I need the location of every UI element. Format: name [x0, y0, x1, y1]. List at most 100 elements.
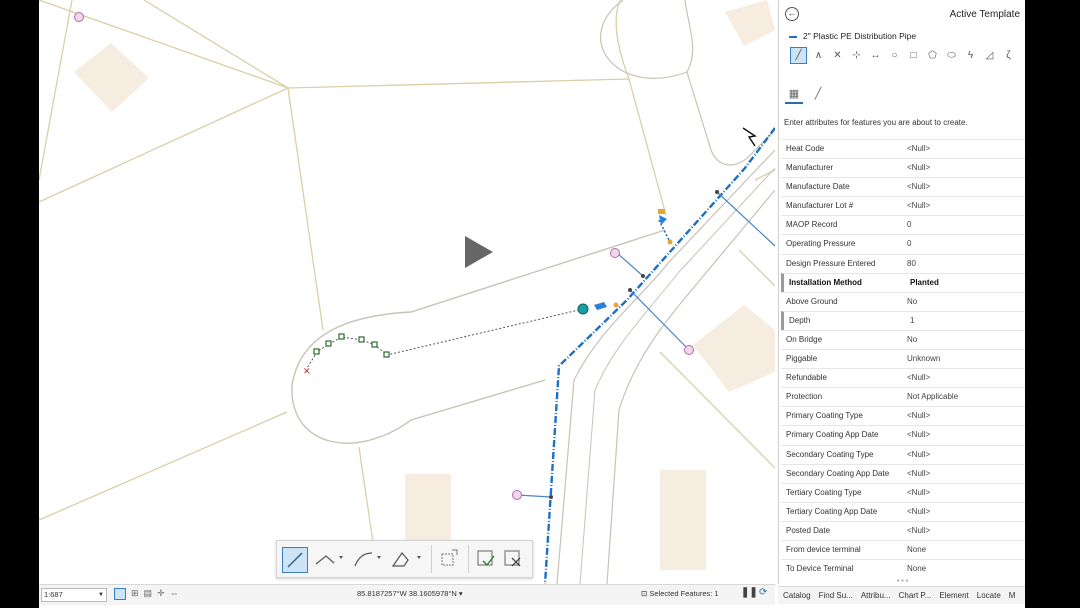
polyline-tool-icon[interactable]: ∧: [811, 48, 826, 63]
selected-features-indicator[interactable]: ⊡ Selected Features: 1: [641, 589, 719, 598]
attribute-row[interactable]: Piggable Unknown: [781, 349, 1025, 368]
flag-marker[interactable]: [658, 209, 665, 214]
snapping-icon[interactable]: [114, 588, 126, 600]
attribute-value[interactable]: None: [907, 560, 926, 578]
valve-symbol[interactable]: [594, 302, 607, 310]
attribute-row[interactable]: Manufacturer <Null>: [781, 158, 1025, 177]
valve-symbol[interactable]: [659, 215, 667, 225]
attribute-row[interactable]: Above Ground No: [781, 291, 1025, 311]
attribute-value[interactable]: <Null>: [907, 503, 930, 521]
polygon-tool-icon[interactable]: ⬠: [925, 48, 940, 63]
right-angle-tool-button[interactable]: [389, 547, 427, 571]
attribute-row[interactable]: Protection Not Applicable: [781, 387, 1025, 406]
attribute-name: Manufacturer Lot #: [786, 201, 854, 211]
finish-sketch-button[interactable]: [474, 547, 498, 571]
attribute-value[interactable]: <Null>: [907, 197, 930, 215]
line-tool-button[interactable]: [282, 547, 308, 573]
line-tool-icon[interactable]: ╱: [790, 46, 807, 64]
attribute-value[interactable]: 0: [907, 235, 911, 253]
attribute-value[interactable]: Unknown: [907, 350, 940, 368]
attribute-row[interactable]: Manufacturer Lot # <Null>: [781, 196, 1025, 215]
attribute-row[interactable]: From device terminal None: [781, 539, 1025, 559]
attribute-row[interactable]: Refundable <Null>: [781, 368, 1025, 387]
attribute-value[interactable]: <Null>: [907, 446, 930, 464]
attribute-value[interactable]: <Null>: [907, 522, 930, 540]
point-at-end-icon[interactable]: ✕: [830, 48, 845, 63]
attribute-value[interactable]: <Null>: [907, 178, 930, 196]
bottom-tab[interactable]: Catalog: [783, 587, 811, 604]
attribute-row[interactable]: Depth 1: [781, 310, 1025, 330]
trace-tool-icon[interactable]: ◿: [982, 48, 997, 63]
bottom-tab[interactable]: M: [1009, 587, 1016, 604]
pause-drawing-icon[interactable]: ❚❚: [741, 587, 758, 598]
attribute-row[interactable]: Heat Code <Null>: [781, 139, 1025, 158]
bottom-tab[interactable]: Element: [939, 587, 968, 604]
table-icon[interactable]: ▤: [144, 588, 153, 600]
status-tool-icons: ⊞ ▤ ✛ ⇔: [114, 588, 179, 600]
attribute-value[interactable]: 1: [910, 312, 914, 330]
ellipse-tool-icon[interactable]: ⬭: [944, 48, 959, 63]
attribute-name: Operating Pressure: [786, 239, 856, 249]
attribute-value[interactable]: <Null>: [907, 407, 930, 425]
attributes-tab-icon[interactable]: ▦: [785, 84, 803, 104]
polyline-tool-button[interactable]: [313, 547, 347, 571]
bottom-tab[interactable]: Attribu...: [861, 587, 891, 604]
attribute-value[interactable]: Planted: [910, 274, 939, 292]
attribute-value[interactable]: <Null>: [907, 140, 930, 158]
attribute-value[interactable]: None: [907, 541, 926, 559]
scale-dropdown[interactable]: 1:687 ▼: [41, 588, 107, 602]
active-template: 2" Plastic PE Distribution Pipe: [789, 31, 916, 41]
attribute-row[interactable]: Primary Coating App Date <Null>: [781, 425, 1025, 444]
crosshair-icon[interactable]: ✛: [157, 588, 165, 600]
attribute-row[interactable]: Design Pressure Entered 80: [781, 253, 1025, 273]
resize-grip-icon[interactable]: • • •: [779, 578, 1025, 585]
attribute-value[interactable]: <Null>: [907, 426, 930, 444]
rectangle-tool-icon[interactable]: □: [906, 48, 921, 63]
coordinate-readout[interactable]: 85.8187257°W 38.1605978°N ▾: [357, 589, 463, 598]
attribute-row[interactable]: On Bridge No: [781, 329, 1025, 349]
attribute-table: Heat Code <Null> Manufacturer <Null> Manufac…: [781, 139, 1025, 578]
attribute-row[interactable]: Posted Date <Null>: [781, 520, 1025, 540]
split-tool-icon[interactable]: ⊹: [849, 48, 864, 63]
attribute-row[interactable]: Primary Coating Type <Null>: [781, 406, 1025, 425]
attribute-row[interactable]: Manufacture Date <Null>: [781, 177, 1025, 196]
map-view[interactable]: ✕: [39, 0, 775, 584]
refresh-icon[interactable]: ⟳: [759, 587, 767, 598]
sync-icon[interactable]: ⇔: [170, 588, 179, 600]
attribute-value[interactable]: No: [907, 293, 917, 311]
attribute-row[interactable]: MAOP Record 0: [781, 215, 1025, 234]
attribute-value[interactable]: <Null>: [907, 159, 930, 177]
circle-tool-icon[interactable]: ○: [887, 48, 902, 63]
selection-icon: ⊡: [641, 589, 648, 598]
attribute-value[interactable]: No: [907, 331, 917, 349]
attribute-row[interactable]: Installation Method Planted: [781, 272, 1025, 292]
trace-tool-button[interactable]: [435, 547, 461, 571]
curve-tool-icon[interactable]: ζ: [1001, 48, 1016, 63]
bottom-tab[interactable]: Find Su...: [819, 587, 853, 604]
attribute-row[interactable]: Tertiary Coating Type <Null>: [781, 482, 1025, 502]
attribute-row[interactable]: To Device Terminal None: [781, 559, 1025, 578]
attribute-row[interactable]: Secondary Coating App Date <Null>: [781, 463, 1025, 483]
video-play-icon[interactable]: [465, 236, 493, 268]
active-vertex[interactable]: [577, 303, 589, 315]
arc-tool-button[interactable]: [351, 547, 385, 571]
attribute-row[interactable]: Operating Pressure 0: [781, 234, 1025, 253]
application-window: ✕ ← Active Template 2" Plastic PE Distri…: [39, 0, 1025, 608]
sketch-vertices[interactable]: [313, 333, 390, 358]
bottom-tab[interactable]: Locate: [977, 587, 1001, 604]
attribute-value[interactable]: <Null>: [907, 369, 930, 387]
grid-icon[interactable]: ⊞: [131, 588, 139, 600]
back-arrow-icon[interactable]: ←: [785, 7, 799, 21]
bottom-tab[interactable]: Chart P...: [899, 587, 932, 604]
attribute-value[interactable]: Not Applicable: [907, 388, 958, 406]
attribute-value[interactable]: 80: [907, 255, 916, 273]
attribute-value[interactable]: <Null>: [907, 484, 930, 502]
freehand-tool-icon[interactable]: ϟ: [963, 48, 978, 63]
attribute-row[interactable]: Secondary Coating Type <Null>: [781, 444, 1025, 464]
distance-tool-icon[interactable]: ↔: [868, 48, 883, 63]
geometry-tab-icon[interactable]: ╱: [809, 84, 827, 102]
attribute-value[interactable]: 0: [907, 216, 911, 234]
attribute-value[interactable]: <Null>: [907, 465, 930, 483]
attribute-row[interactable]: Tertiary Coating App Date <Null>: [781, 501, 1025, 521]
cancel-sketch-button[interactable]: [501, 547, 525, 571]
